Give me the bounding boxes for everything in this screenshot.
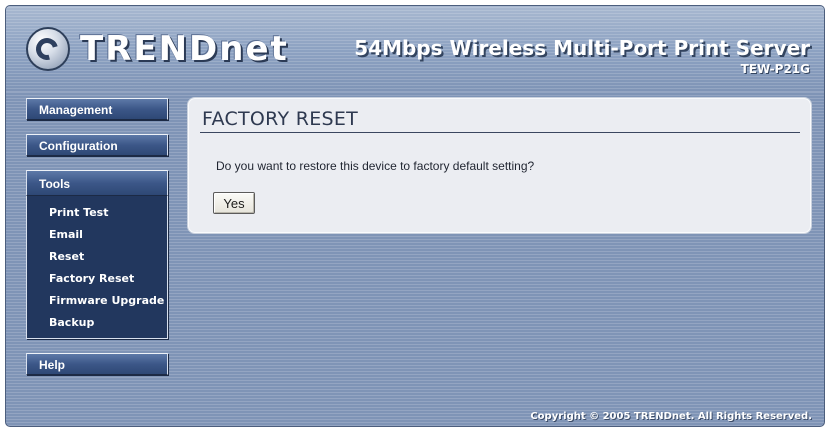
logo-text: TRENDnet [80, 29, 289, 69]
yes-button[interactable]: Yes [213, 192, 255, 214]
submenu-item-factory-reset[interactable]: Factory Reset [27, 268, 167, 290]
submenu-item-reset[interactable]: Reset [27, 246, 167, 268]
submenu-item-print-test[interactable]: Print Test [27, 202, 167, 224]
nav-help[interactable]: Help [26, 353, 168, 375]
copyright: Copyright © 2005 TRENDnet. All Rights Re… [530, 411, 812, 422]
sidebar: Management Configuration Tools Print Tes… [26, 98, 170, 389]
header: TRENDnet 54Mbps Wireless Multi-Port Prin… [6, 6, 824, 92]
reset-question: Do you want to restore this device to fa… [216, 159, 535, 173]
factory-reset-panel: FACTORY RESET Do you want to restore thi… [187, 97, 812, 234]
product-title: 54Mbps Wireless Multi-Port Print Server [354, 36, 810, 60]
submenu-item-email[interactable]: Email [27, 224, 167, 246]
page-title: FACTORY RESET [202, 108, 359, 130]
nav-tools[interactable]: Tools [26, 170, 168, 196]
nav-configuration[interactable]: Configuration [26, 134, 168, 156]
trendnet-logo-icon [26, 27, 70, 71]
submenu-item-backup[interactable]: Backup [27, 312, 167, 334]
submenu-item-firmware-upgrade[interactable]: Firmware Upgrade [27, 290, 167, 312]
model-number: TEW-P21G [740, 62, 810, 76]
nav-management[interactable]: Management [26, 98, 168, 120]
tools-submenu: Print Test Email Reset Factory Reset Fir… [26, 196, 168, 339]
title-divider [200, 132, 800, 133]
page-frame: TRENDnet 54Mbps Wireless Multi-Port Prin… [5, 5, 825, 427]
trendnet-logo: TRENDnet [26, 24, 289, 74]
